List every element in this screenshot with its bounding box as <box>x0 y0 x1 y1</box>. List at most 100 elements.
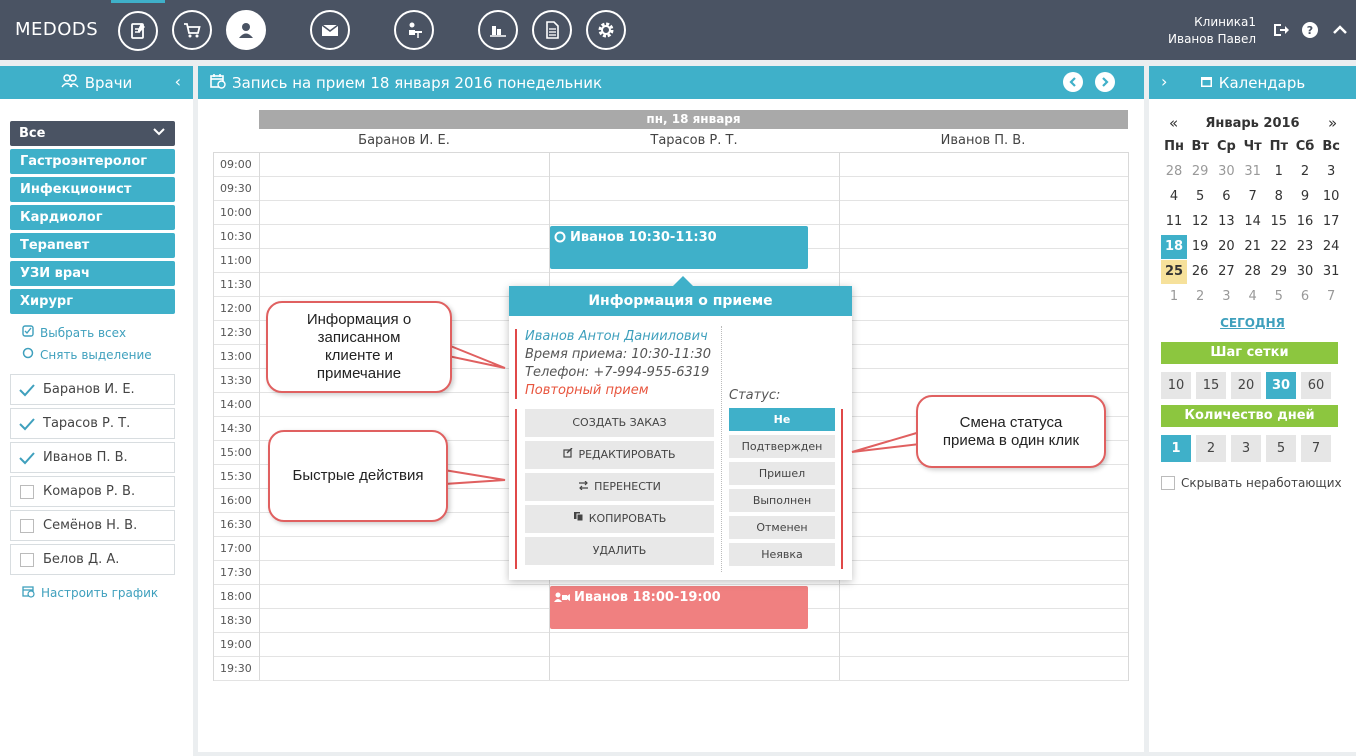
days-count-option[interactable]: 2 <box>1196 435 1226 462</box>
calendar-day[interactable]: 6 <box>1213 185 1239 209</box>
status-unconfirmed-button[interactable]: Не подтвержден <box>729 408 835 449</box>
specialty-item[interactable]: Гастроэнтеролог <box>10 149 175 174</box>
create-order-button[interactable]: СОЗДАТЬ ЗАКАЗ <box>525 409 714 437</box>
calendar-day[interactable]: 2 <box>1292 160 1318 184</box>
collapse-left-icon[interactable]: ‹ <box>175 72 181 91</box>
calendar-day[interactable]: 29 <box>1266 260 1292 284</box>
calendar-day[interactable]: 18 <box>1161 235 1187 259</box>
copy-button[interactable]: КОПИРОВАТЬ <box>525 505 714 533</box>
specialty-item[interactable]: Хирург <box>10 289 175 314</box>
status-completed-button[interactable]: Выполнен <box>729 489 835 512</box>
doctor-item[interactable]: Семёнов Н. В. <box>10 510 175 541</box>
hide-inactive-toggle[interactable]: Скрывать неработающих <box>1161 476 1342 490</box>
calendar-day[interactable]: 3 <box>1318 160 1344 184</box>
calendar-day[interactable]: 8 <box>1266 185 1292 209</box>
calendar-day[interactable]: 14 <box>1240 210 1266 234</box>
patient-name[interactable]: Иванов Антон Даниилович <box>525 329 708 344</box>
select-all-link[interactable]: Выбрать всех <box>22 325 126 340</box>
calendar-day[interactable]: 1 <box>1266 160 1292 184</box>
calendar-day[interactable]: 4 <box>1240 285 1266 309</box>
calendar-day[interactable]: 30 <box>1292 260 1318 284</box>
days-count-option[interactable]: 1 <box>1161 435 1191 462</box>
specialty-select[interactable]: Все <box>10 121 175 146</box>
nav-orders[interactable] <box>165 0 219 60</box>
status-confirmed-button[interactable]: Подтвержден <box>729 435 835 458</box>
specialty-item[interactable]: Терапевт <box>10 233 175 258</box>
days-count-option[interactable]: 5 <box>1266 435 1296 462</box>
prev-day-button[interactable] <box>1063 72 1083 92</box>
edit-button[interactable]: РЕДАКТИРОВАТЬ <box>525 441 714 469</box>
status-noshow-button[interactable]: Неявка <box>729 543 835 566</box>
calendar-day[interactable]: 12 <box>1187 210 1213 234</box>
appointment-block[interactable]: Иванов 18:00-19:00 <box>550 586 808 629</box>
calendar-day[interactable]: 7 <box>1240 185 1266 209</box>
calendar-day[interactable]: 15 <box>1266 210 1292 234</box>
time-slot-row[interactable]: 09:30 <box>214 177 1128 201</box>
calendar-day[interactable]: 29 <box>1187 160 1213 184</box>
calendar-day[interactable]: 25 <box>1161 260 1187 284</box>
nav-documents[interactable] <box>525 0 579 60</box>
calendar-day[interactable]: 1 <box>1161 285 1187 309</box>
calendar-day[interactable]: 7 <box>1318 285 1344 309</box>
hide-inactive-checkbox[interactable] <box>1161 476 1175 490</box>
status-arrived-button[interactable]: Пришел <box>729 462 835 485</box>
calendar-day[interactable]: 20 <box>1213 235 1239 259</box>
calendar-day[interactable]: 4 <box>1161 185 1187 209</box>
calendar-day[interactable]: 28 <box>1240 260 1266 284</box>
calendar-day[interactable]: 17 <box>1318 210 1344 234</box>
expand-right-icon[interactable]: › <box>1161 72 1167 91</box>
nav-settings[interactable] <box>579 0 633 60</box>
specialty-item[interactable]: Инфекционист <box>10 177 175 202</box>
specialty-item[interactable]: УЗИ врач <box>10 261 175 286</box>
specialty-item[interactable]: Кардиолог <box>10 205 175 230</box>
time-slot-row[interactable]: 19:00 <box>214 633 1128 657</box>
configure-schedule-link[interactable]: Настроить график <box>22 585 158 601</box>
calendar-day[interactable]: 22 <box>1266 235 1292 259</box>
calendar-day[interactable]: 27 <box>1213 260 1239 284</box>
grid-step-option[interactable]: 10 <box>1161 372 1191 399</box>
next-day-button[interactable] <box>1095 72 1115 92</box>
calendar-day[interactable]: 19 <box>1187 235 1213 259</box>
calendar-day[interactable]: 24 <box>1318 235 1344 259</box>
calendar-day[interactable]: 5 <box>1266 285 1292 309</box>
app-logo[interactable]: MEDODS <box>15 19 98 40</box>
calendar-day[interactable]: 2 <box>1187 285 1213 309</box>
nav-reports[interactable] <box>471 0 525 60</box>
grid-step-option[interactable]: 20 <box>1231 372 1261 399</box>
calendar-day[interactable]: 5 <box>1187 185 1213 209</box>
time-slot-row[interactable]: 19:30 <box>214 657 1128 681</box>
status-cancelled-button[interactable]: Отменен <box>729 516 835 539</box>
doctor-item[interactable]: Тарасов Р. Т. <box>10 408 175 439</box>
calendar-day[interactable]: 6 <box>1292 285 1318 309</box>
doctor-checkbox[interactable] <box>19 484 35 500</box>
days-count-option[interactable]: 7 <box>1301 435 1331 462</box>
days-count-option[interactable]: 3 <box>1231 435 1261 462</box>
calendar-day[interactable]: 11 <box>1161 210 1187 234</box>
calendar-day[interactable]: 31 <box>1240 160 1266 184</box>
calendar-day[interactable]: 26 <box>1187 260 1213 284</box>
delete-button[interactable]: УДАЛИТЬ <box>525 537 714 565</box>
deselect-link[interactable]: Снять выделение <box>22 347 152 362</box>
grid-step-option[interactable]: 60 <box>1301 372 1331 399</box>
doctor-item[interactable]: Белов Д. А. <box>10 544 175 575</box>
calendar-day[interactable]: 9 <box>1292 185 1318 209</box>
today-link[interactable]: СЕГОДНЯ <box>1149 316 1356 330</box>
chevron-up-icon[interactable] <box>1330 20 1350 40</box>
prev-month-button[interactable]: « <box>1169 114 1178 132</box>
calendar-day[interactable]: 3 <box>1213 285 1239 309</box>
doctor-item[interactable]: Комаров Р. В. <box>10 476 175 507</box>
calendar-day[interactable]: 10 <box>1318 185 1344 209</box>
nav-reception[interactable] <box>387 0 441 60</box>
doctor-checkbox[interactable] <box>19 552 35 568</box>
next-month-button[interactable]: » <box>1328 114 1337 132</box>
help-icon[interactable]: ? <box>1300 20 1320 40</box>
nav-mail[interactable] <box>303 0 357 60</box>
calendar-day[interactable]: 30 <box>1213 160 1239 184</box>
grid-step-option[interactable]: 15 <box>1196 372 1226 399</box>
grid-step-option[interactable]: 30 <box>1266 372 1296 399</box>
logout-icon[interactable] <box>1271 20 1291 40</box>
nav-schedule[interactable] <box>111 0 165 60</box>
nav-patients[interactable] <box>219 0 273 60</box>
move-button[interactable]: ПЕРЕНЕСТИ <box>525 473 714 501</box>
calendar-day[interactable]: 31 <box>1318 260 1344 284</box>
